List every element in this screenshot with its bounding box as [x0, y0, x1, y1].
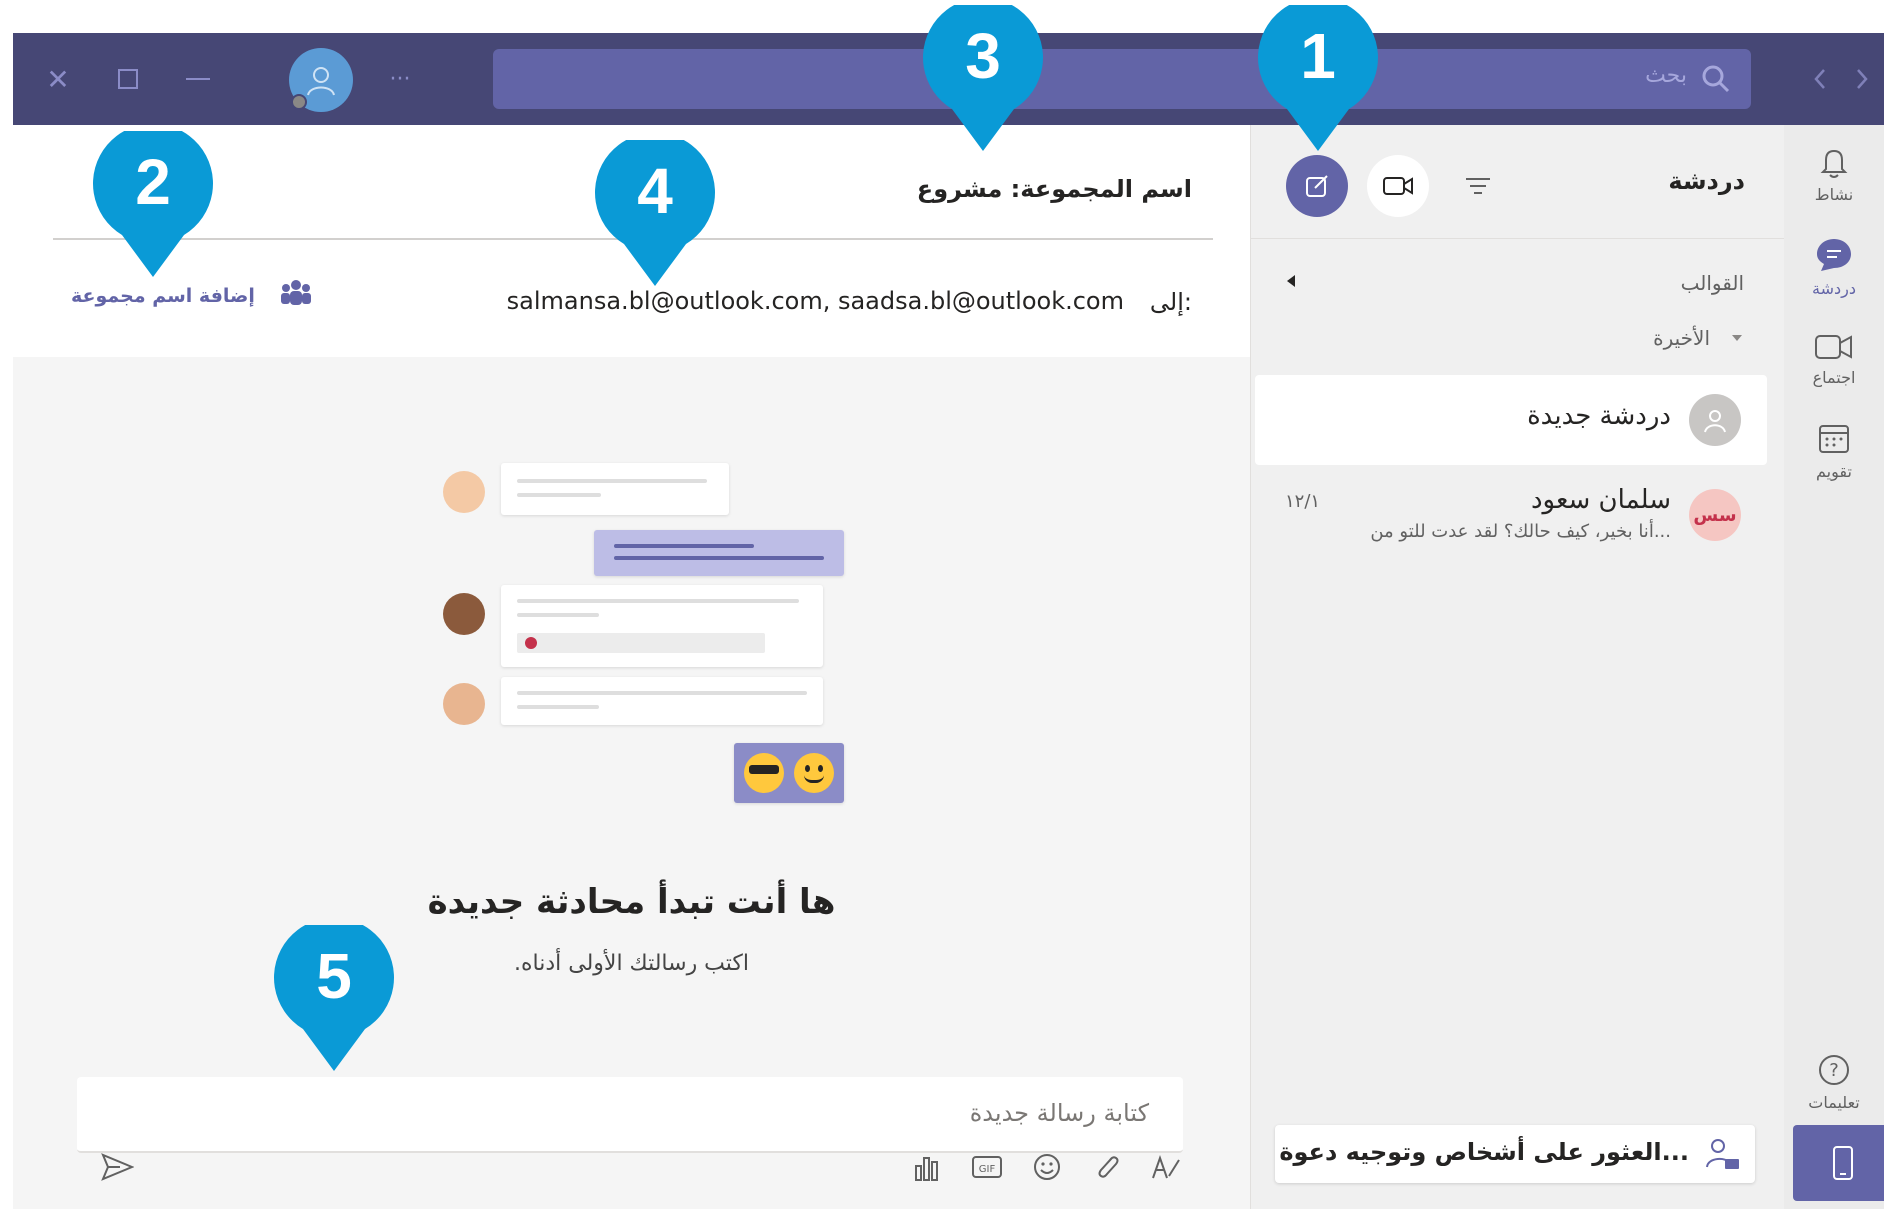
rail-label: تقويم [1816, 461, 1852, 481]
presence-icon [291, 94, 307, 110]
filter-button[interactable] [1447, 155, 1509, 217]
illustration-avatar [443, 683, 485, 725]
avatar [1689, 394, 1741, 446]
chat-icon [1817, 238, 1851, 271]
video-icon [1383, 177, 1413, 195]
illustration-avatar [443, 593, 485, 635]
svg-text:?: ? [1829, 1060, 1839, 1081]
avatar: سس [1689, 489, 1741, 541]
invite-person-icon [1706, 1139, 1739, 1169]
templates-section-label[interactable]: القوالب [1681, 271, 1744, 295]
smile-emoji-icon [794, 753, 834, 793]
search-icon [1702, 65, 1730, 93]
app-rail: نشاط دردشة اجتماع تقويم ? تعليمات [1784, 125, 1884, 1209]
close-icon[interactable]: ✕ [35, 56, 81, 102]
rail-item-meetings[interactable]: اجتماع [1784, 309, 1884, 409]
callout-marker: 4 [594, 132, 716, 290]
to-label: إلى: [1149, 288, 1192, 316]
new-chat-title: ها أنت تبدأ محادثة جديدة [427, 882, 836, 922]
invite-people-button[interactable]: العثور على أشخاص وتوجيه دعوة... [1275, 1125, 1755, 1183]
search-bar[interactable]: بحث [493, 49, 1751, 109]
minimize-icon[interactable] [175, 56, 221, 102]
format-icon[interactable] [1147, 1147, 1187, 1187]
chat-item-new[interactable]: دردشة جديدة [1255, 375, 1767, 465]
group-title[interactable]: اسم المجموعة: مشروع [917, 175, 1192, 203]
chat-name: دردشة جديدة [1527, 401, 1671, 431]
chat-date: ١٢/١ [1285, 491, 1321, 512]
message-compose-box[interactable]: كتابة رسالة جديدة [77, 1077, 1183, 1153]
chat-preview: أنا بخير، كيف حالك؟ لقد عدت للتو من... [1370, 521, 1671, 542]
chat-list-panel: دردشة القوالب الأخيرة دردشة جديدة سس سلم… [1250, 125, 1785, 1209]
new-chat-subtitle: اكتب رسالتك الأولى أدناه. [513, 951, 750, 976]
filter-icon [1466, 178, 1490, 194]
new-chat-illustration [429, 445, 849, 845]
chevron-down-icon [1732, 335, 1742, 341]
callout-marker: 3 [922, 0, 1044, 155]
illustration-bubble [501, 463, 729, 515]
rail-label: نشاط [1814, 184, 1854, 204]
poll-icon[interactable] [907, 1147, 947, 1187]
rail-item-chat[interactable]: دردشة [1784, 217, 1884, 317]
rail-item-help[interactable]: ? تعليمات [1784, 1032, 1884, 1132]
rail-label: دردشة [1812, 278, 1856, 298]
compose-icon [1306, 175, 1328, 197]
rail-item-calendar[interactable]: تقويم [1784, 401, 1884, 501]
forward-arrow-icon[interactable] [1839, 56, 1884, 102]
illustration-bubble [501, 585, 823, 667]
recent-section-label[interactable]: الأخيرة [1653, 326, 1710, 350]
recipients-field[interactable]: salmansa.bl@outlook.com, saadsa.bl@outlo… [507, 287, 1124, 315]
new-chat-button[interactable] [1286, 155, 1348, 217]
back-arrow-icon[interactable] [1797, 56, 1843, 102]
more-options-icon[interactable]: ··· [377, 56, 423, 102]
collapse-arrow-icon[interactable] [1287, 275, 1295, 287]
svg-text:GIF: GIF [979, 1164, 996, 1175]
invite-label: العثور على أشخاص وتوجيه دعوة... [1279, 1138, 1689, 1166]
help-icon: ? [1819, 1054, 1849, 1085]
illustration-avatar [443, 471, 485, 513]
video-icon [1815, 334, 1852, 359]
chat-list-title: دردشة [1668, 167, 1745, 195]
rail-label: تعليمات [1808, 1092, 1860, 1112]
cool-emoji-icon [744, 753, 784, 793]
gif-icon[interactable]: GIF [967, 1147, 1007, 1187]
bell-icon [1820, 149, 1848, 178]
profile-avatar[interactable] [289, 48, 353, 112]
attach-icon[interactable] [1087, 1147, 1127, 1187]
emoji-icon[interactable] [1027, 1147, 1067, 1187]
compose-placeholder: كتابة رسالة جديدة [969, 1099, 1149, 1127]
illustration-bubble [594, 530, 844, 576]
meet-now-button[interactable] [1367, 155, 1429, 217]
callout-marker: 1 [1257, 0, 1379, 155]
chat-name: سلمان سعود [1530, 485, 1671, 515]
send-icon[interactable] [97, 1147, 137, 1187]
avatar-initials: سس [1693, 504, 1737, 526]
callout-marker: 5 [273, 917, 395, 1075]
add-group-name-link[interactable]: إضافة اسم مجموعة [71, 285, 255, 307]
phone-icon [1833, 1146, 1853, 1180]
people-icon [281, 280, 311, 305]
rail-label: اجتماع [1812, 367, 1856, 387]
maximize-icon[interactable] [105, 56, 151, 102]
rail-item-activity[interactable]: نشاط [1784, 125, 1884, 225]
chat-item-salman[interactable]: سس سلمان سعود أنا بخير، كيف حالك؟ لقد عد… [1255, 469, 1767, 565]
mobile-app-button[interactable] [1793, 1125, 1884, 1201]
calendar-icon [1819, 424, 1849, 453]
illustration-bubble [501, 677, 823, 725]
emoji-bubble [734, 743, 844, 803]
search-placeholder: بحث [1645, 63, 1687, 88]
callout-marker: 2 [92, 123, 214, 281]
